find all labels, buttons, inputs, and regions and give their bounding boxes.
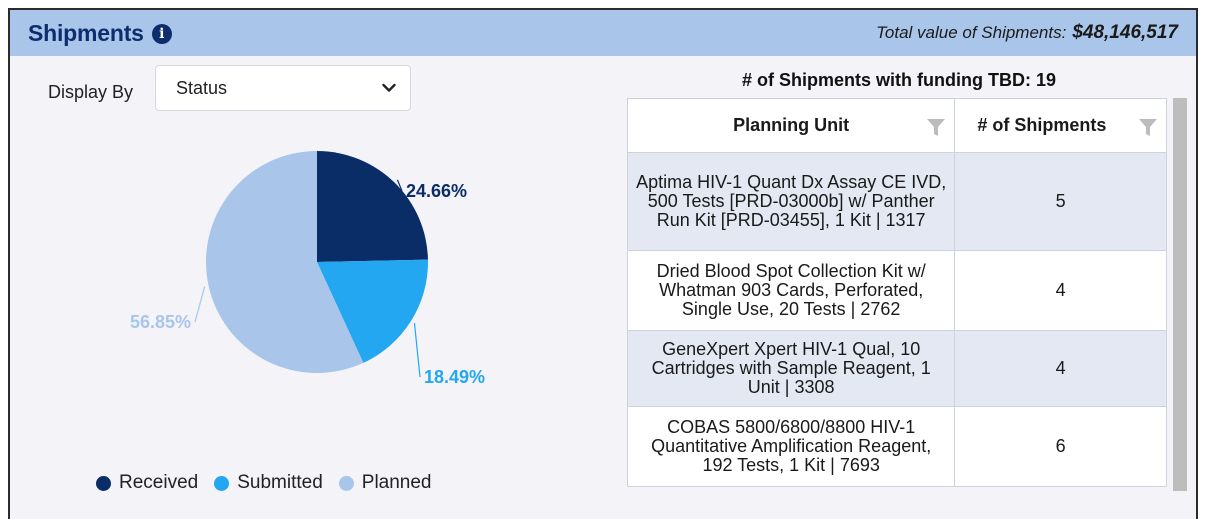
table-row[interactable]: COBAS 5800/6800/8800 HIV-1 Quantitative … [626, 406, 1167, 487]
shipments-count-cell: 4 [954, 250, 1167, 331]
planning-unit-cell: Dried Blood Spot Collection Kit w/ Whatm… [626, 250, 956, 331]
panel-header: Shipments i Total value of Shipments: $48… [10, 10, 1196, 56]
shipments-panel: Shipments i Total value of Shipments: $48… [8, 8, 1198, 519]
panel-title: Shipments [28, 19, 144, 46]
pie-label-connector-planned [194, 286, 206, 323]
column-header-label: Planning Unit [733, 115, 850, 135]
tbd-table-title: # of Shipments with funding TBD: 19 [742, 70, 1056, 90]
total-label: Total value of Shipments: [876, 23, 1067, 42]
planning-unit-cell: GeneXpert Xpert HIV-1 Qual, 10 Cartridge… [626, 330, 956, 407]
legend-dot-received [96, 475, 111, 491]
legend-item-submitted[interactable]: Submitted [214, 472, 323, 494]
legend-dot-submitted [214, 475, 230, 491]
legend-dot-planned [338, 475, 354, 491]
shipments-count-cell: 5 [954, 152, 1167, 251]
legend-item-received[interactable]: Received [96, 472, 198, 494]
filter-icon[interactable] [1138, 117, 1158, 137]
table-row[interactable]: Aptima HIV-1 Quant Dx Assay CE IVD, 500 … [626, 152, 1167, 251]
planning-unit-cell: Aptima HIV-1 Quant Dx Assay CE IVD, 500 … [626, 152, 956, 251]
table-row[interactable]: Dried Blood Spot Collection Kit w/ Whatm… [626, 250, 1167, 331]
shipments-count-cell: 4 [954, 330, 1167, 407]
tbd-shipments-table: Planning Unit # of Shipments Aptima HIV-… [626, 98, 1167, 487]
legend-label-received: Received [119, 472, 199, 493]
total-value: Total value of Shipments: $48,146,517 [876, 22, 1178, 44]
planning-unit-cell: COBAS 5800/6800/8800 HIV-1 Quantitative … [626, 406, 956, 487]
pie-data-label-planned: 56.85% [130, 312, 191, 332]
table-scrollbar[interactable] [1173, 98, 1187, 491]
pie-slice-received[interactable] [317, 151, 428, 262]
legend-label-planned: Planned [361, 472, 432, 493]
chart-legend: Received Submitted Planned [96, 472, 432, 494]
pie-data-label-received: 24.66% [406, 181, 467, 201]
column-header-shipments[interactable]: # of Shipments [954, 98, 1167, 153]
tbd-table-container: Planning Unit # of Shipments Aptima HIV-… [626, 98, 1188, 491]
title-group: Shipments i [28, 20, 172, 47]
info-circle-icon[interactable]: i [151, 24, 172, 44]
pie-data-label-submitted: 18.49% [424, 367, 485, 387]
pie-label-connector-submitted [413, 322, 421, 378]
status-pie-chart: 24.66% 18.49% 56.85% [130, 151, 485, 387]
display-by-selected-value: Status [176, 77, 228, 98]
table-row[interactable]: GeneXpert Xpert HIV-1 Qual, 10 Cartridge… [626, 330, 1167, 407]
shipments-count-cell: 6 [954, 406, 1167, 487]
legend-item-planned[interactable]: Planned [338, 472, 432, 494]
chevron-down-icon [382, 83, 396, 92]
total-amount: $48,146,517 [1072, 22, 1178, 43]
legend-label-submitted: Submitted [237, 472, 323, 493]
column-header-planning-unit[interactable]: Planning Unit [626, 98, 956, 153]
display-by-label: Display By [48, 82, 134, 102]
filter-icon[interactable] [926, 117, 946, 137]
display-by-select[interactable]: Status [155, 65, 411, 111]
column-header-label: # of Shipments [977, 115, 1107, 135]
